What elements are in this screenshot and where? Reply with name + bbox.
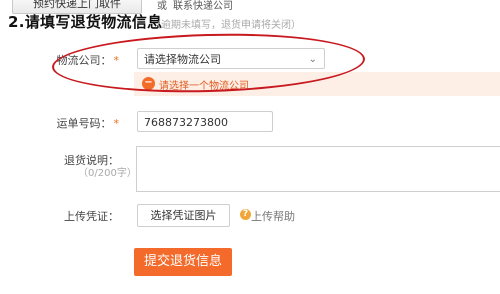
return-note-textarea[interactable] — [136, 146, 500, 192]
section-title: 2.请填写退货物流信息 — [8, 13, 163, 31]
voucher-label: 上传凭证： — [64, 210, 119, 223]
select-voucher-button[interactable]: 选择凭证图片 — [137, 204, 230, 227]
required-mark: * — [113, 117, 120, 130]
tracking-label: 运单号码： — [56, 117, 112, 130]
char-limit: （0/200字） — [78, 168, 137, 179]
contact-courier-link[interactable]: 联系快递公司 — [173, 0, 233, 12]
upload-help-link[interactable]: 上传帮助 — [251, 208, 295, 224]
tracking-number-input[interactable]: 768873273800 — [137, 111, 273, 132]
tracking-label-row: 运单号码： * — [9, 115, 120, 131]
submit-return-button[interactable]: 提交退货信息 — [134, 248, 232, 276]
help-icon: ? — [240, 209, 251, 220]
section-note: （逾期未填写，退货申请将关闭） — [151, 20, 301, 31]
